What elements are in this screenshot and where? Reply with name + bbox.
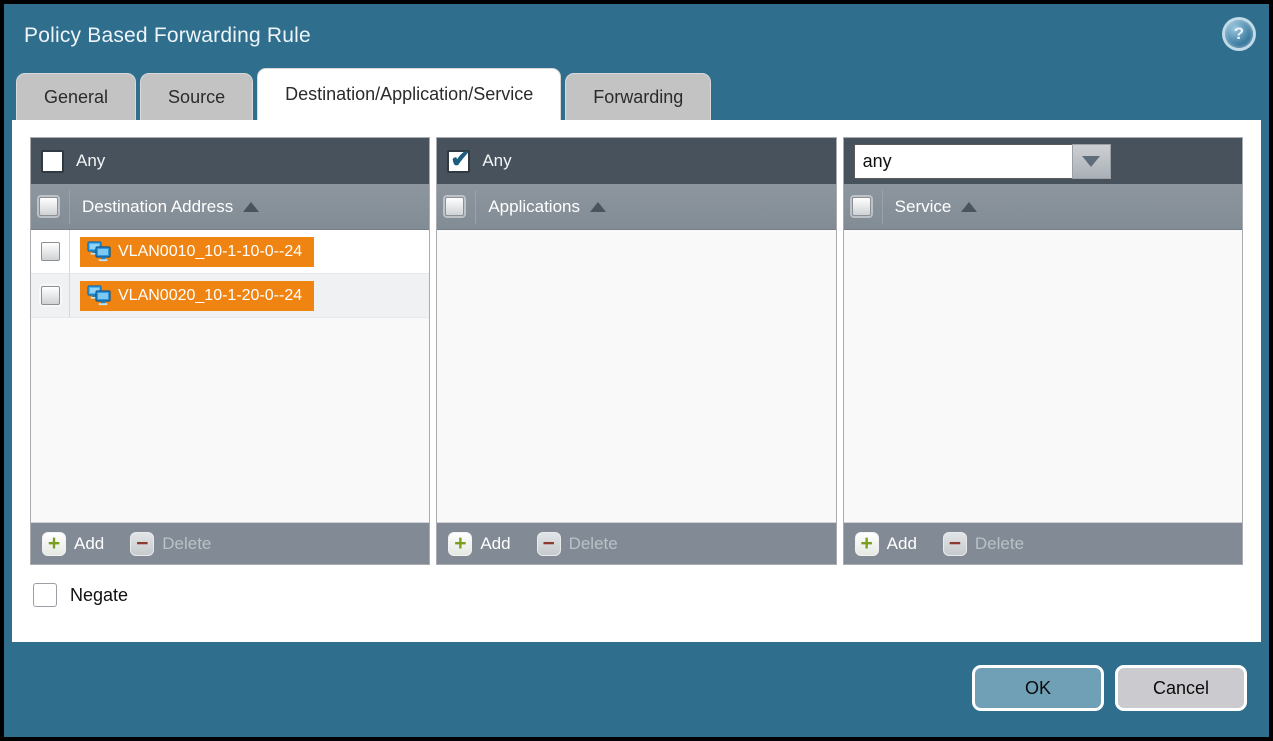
add-label: Add: [480, 534, 510, 554]
row-checkbox[interactable]: [41, 286, 60, 305]
row-checkbox[interactable]: [41, 242, 60, 261]
destination-address-list: VLAN0010_10-1-10-0--24: [31, 230, 429, 522]
header-separator: [475, 190, 476, 224]
row-content: VLAN0020_10-1-20-0--24: [70, 274, 314, 317]
service-column-header[interactable]: Service: [844, 184, 1242, 230]
minus-icon: −: [537, 532, 561, 556]
service-panel: Service + Add − Delete: [843, 137, 1243, 565]
delete-label: Delete: [569, 534, 618, 554]
service-add-button[interactable]: + Add: [855, 532, 917, 556]
row-content: VLAN0010_10-1-10-0--24: [70, 230, 314, 273]
chevron-down-icon: [1082, 156, 1100, 167]
columns-container: Any Destination Address: [30, 137, 1243, 565]
negate-row: Negate: [33, 583, 1243, 607]
sort-ascending-icon: [961, 202, 977, 212]
address-object-name: VLAN0010_10-1-10-0--24: [118, 243, 302, 261]
service-select-all-checkbox[interactable]: [852, 197, 871, 216]
network-computers-icon: [87, 241, 111, 262]
add-label: Add: [74, 534, 104, 554]
destination-address-footer: + Add − Delete: [31, 522, 429, 564]
applications-delete-button[interactable]: − Delete: [537, 532, 618, 556]
row-checkbox-cell: [31, 230, 70, 273]
applications-column-header[interactable]: Applications: [437, 184, 835, 230]
dialog-title: Policy Based Forwarding Rule: [24, 24, 311, 48]
destination-any-checkbox[interactable]: [41, 150, 64, 173]
address-row[interactable]: VLAN0010_10-1-10-0--24: [31, 230, 429, 274]
tab-source-label: Source: [168, 87, 225, 108]
delete-label: Delete: [162, 534, 211, 554]
dialog-action-bar: OK Cancel: [972, 665, 1247, 711]
applications-header-label: Applications: [488, 197, 580, 217]
negate-checkbox[interactable]: [33, 583, 57, 607]
cancel-button[interactable]: Cancel: [1115, 665, 1247, 711]
add-label: Add: [887, 534, 917, 554]
ok-button[interactable]: OK: [972, 665, 1104, 711]
destination-address-panel: Any Destination Address: [30, 137, 430, 565]
destination-address-header-label: Destination Address: [82, 197, 233, 217]
service-dropdown-button[interactable]: [1072, 144, 1111, 179]
service-dropdown-input[interactable]: [854, 144, 1072, 179]
tab-destination-application-service[interactable]: Destination/Application/Service: [257, 68, 561, 120]
service-delete-button[interactable]: − Delete: [943, 532, 1024, 556]
negate-label: Negate: [70, 585, 128, 606]
minus-icon: −: [943, 532, 967, 556]
tab-destination-application-service-label: Destination/Application/Service: [285, 84, 533, 105]
applications-any-checkbox[interactable]: [447, 150, 470, 173]
dialog-titlebar: Policy Based Forwarding Rule ?: [4, 4, 1269, 68]
screen: Policy Based Forwarding Rule ? General S…: [0, 0, 1273, 741]
destination-add-button[interactable]: + Add: [42, 532, 104, 556]
applications-add-button[interactable]: + Add: [448, 532, 510, 556]
header-separator: [69, 190, 70, 224]
plus-icon: +: [448, 532, 472, 556]
header-separator: [882, 190, 883, 224]
address-object-chip[interactable]: VLAN0020_10-1-20-0--24: [80, 281, 314, 311]
service-dropdown-bar: [844, 138, 1242, 184]
delete-label: Delete: [975, 534, 1024, 554]
applications-footer: + Add − Delete: [437, 522, 835, 564]
address-object-name: VLAN0020_10-1-20-0--24: [118, 287, 302, 305]
applications-panel: Any Applications + Add: [436, 137, 836, 565]
row-checkbox-cell: [31, 274, 70, 317]
service-list: [844, 230, 1242, 522]
network-computers-icon: [87, 285, 111, 306]
policy-based-forwarding-dialog: Policy Based Forwarding Rule ? General S…: [4, 4, 1269, 737]
applications-select-all-checkbox[interactable]: [445, 197, 464, 216]
destination-any-label: Any: [76, 151, 105, 171]
plus-icon: +: [42, 532, 66, 556]
applications-any-bar: Any: [437, 138, 835, 184]
tab-source[interactable]: Source: [140, 73, 253, 120]
applications-any-label: Any: [482, 151, 511, 171]
destination-select-all-checkbox[interactable]: [39, 197, 58, 216]
address-row[interactable]: VLAN0020_10-1-20-0--24: [31, 274, 429, 318]
sort-ascending-icon: [590, 202, 606, 212]
destination-address-column-header[interactable]: Destination Address: [31, 184, 429, 230]
help-icon-glyph: ?: [1234, 24, 1244, 44]
tab-forwarding-label: Forwarding: [593, 87, 683, 108]
minus-icon: −: [130, 532, 154, 556]
tab-general-label: General: [44, 87, 108, 108]
tab-bar: General Source Destination/Application/S…: [4, 68, 1269, 120]
service-header-label: Service: [895, 197, 952, 217]
service-dropdown: [854, 144, 1111, 179]
destination-delete-button[interactable]: − Delete: [130, 532, 211, 556]
plus-icon: +: [855, 532, 879, 556]
help-icon[interactable]: ?: [1225, 20, 1253, 48]
tab-general[interactable]: General: [16, 73, 136, 120]
applications-list: [437, 230, 835, 522]
tab-content: Any Destination Address: [12, 120, 1261, 642]
sort-ascending-icon: [243, 202, 259, 212]
tab-forwarding[interactable]: Forwarding: [565, 73, 711, 120]
destination-any-bar: Any: [31, 138, 429, 184]
service-footer: + Add − Delete: [844, 522, 1242, 564]
address-object-chip[interactable]: VLAN0010_10-1-10-0--24: [80, 237, 314, 267]
